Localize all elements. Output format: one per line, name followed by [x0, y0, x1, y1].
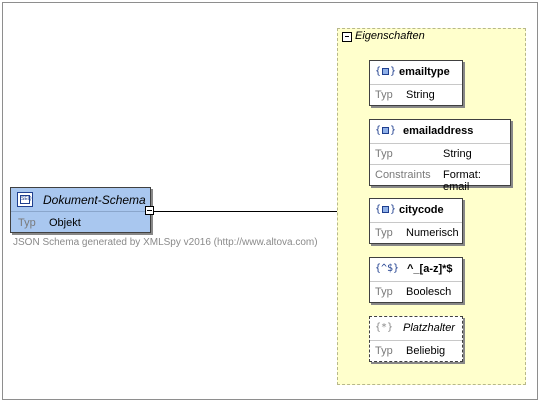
root-collapse-toggle[interactable] — [145, 206, 154, 215]
property-type-value: Numerisch — [406, 227, 459, 239]
root-title: Dokument-Schema — [43, 193, 146, 207]
object-property-icon: {} — [375, 125, 397, 136]
property-node-emailaddress[interactable]: {} emailaddress Typ String Constraints F… — [369, 119, 511, 193]
property-type-label: Typ — [375, 286, 393, 298]
property-name: Platzhalter — [403, 322, 455, 334]
property-separator — [370, 340, 462, 341]
property-node-wildcard[interactable]: {*} Platzhalter Typ Beliebig — [369, 316, 463, 362]
property-separator — [370, 281, 462, 282]
property-type-label: Typ — [375, 148, 393, 160]
property-head: {*} Platzhalter — [370, 317, 462, 340]
property-separator — [370, 84, 462, 85]
property-separator — [370, 164, 510, 165]
root-title-row: SEQ Dokument-Schema — [11, 188, 150, 211]
root-node[interactable]: SEQ Dokument-Schema Typ Objekt — [10, 187, 151, 233]
generated-by-text: JSON Schema generated by XMLSpy v2016 (h… — [13, 237, 318, 248]
pattern-property-icon: {^$} — [375, 263, 400, 274]
property-type-label: Typ — [375, 89, 393, 101]
property-name: citycode — [399, 204, 444, 216]
property-type-value: String — [443, 148, 472, 160]
object-property-icon: {} — [375, 66, 397, 77]
schema-document-icon: SEQ — [17, 192, 33, 207]
property-node-emailtype[interactable]: {} emailtype Typ String — [369, 60, 463, 106]
property-node-pattern[interactable]: {^$} ^_[a-z]*$ Typ Boolesch — [369, 257, 463, 303]
wildcard-property-icon: {*} — [375, 322, 394, 333]
property-type-value: Beliebig — [406, 345, 446, 357]
properties-label: Eigenschaften — [355, 30, 425, 42]
property-constraints-label: Constraints — [375, 169, 431, 181]
property-head: {} emailtype — [370, 61, 462, 84]
property-separator — [370, 222, 462, 223]
property-type-label: Typ — [375, 227, 393, 239]
property-name: emailaddress — [403, 125, 474, 137]
property-type-value: Boolesch — [406, 286, 452, 298]
properties-collapse-toggle[interactable] — [342, 32, 352, 42]
root-type-value: Objekt — [49, 217, 81, 229]
root-type-label: Typ — [18, 217, 36, 229]
property-type-label: Typ — [375, 345, 393, 357]
property-name: emailtype — [399, 66, 450, 78]
property-type-value: String — [406, 89, 435, 101]
property-head: {^$} ^_[a-z]*$ — [370, 258, 462, 281]
property-constraints-value: Format: email — [443, 169, 481, 193]
property-separator — [370, 143, 510, 144]
root-icon-badge: SEQ — [20, 195, 32, 204]
root-connector — [154, 211, 340, 212]
property-name: ^_[a-z]*$ — [407, 263, 453, 275]
property-node-citycode[interactable]: {} citycode Typ Numerisch — [369, 198, 463, 244]
property-head: {} emailaddress — [370, 120, 510, 143]
object-property-icon: {} — [375, 204, 397, 215]
root-type-row: Typ Objekt — [11, 211, 150, 233]
property-head: {} citycode — [370, 199, 462, 222]
